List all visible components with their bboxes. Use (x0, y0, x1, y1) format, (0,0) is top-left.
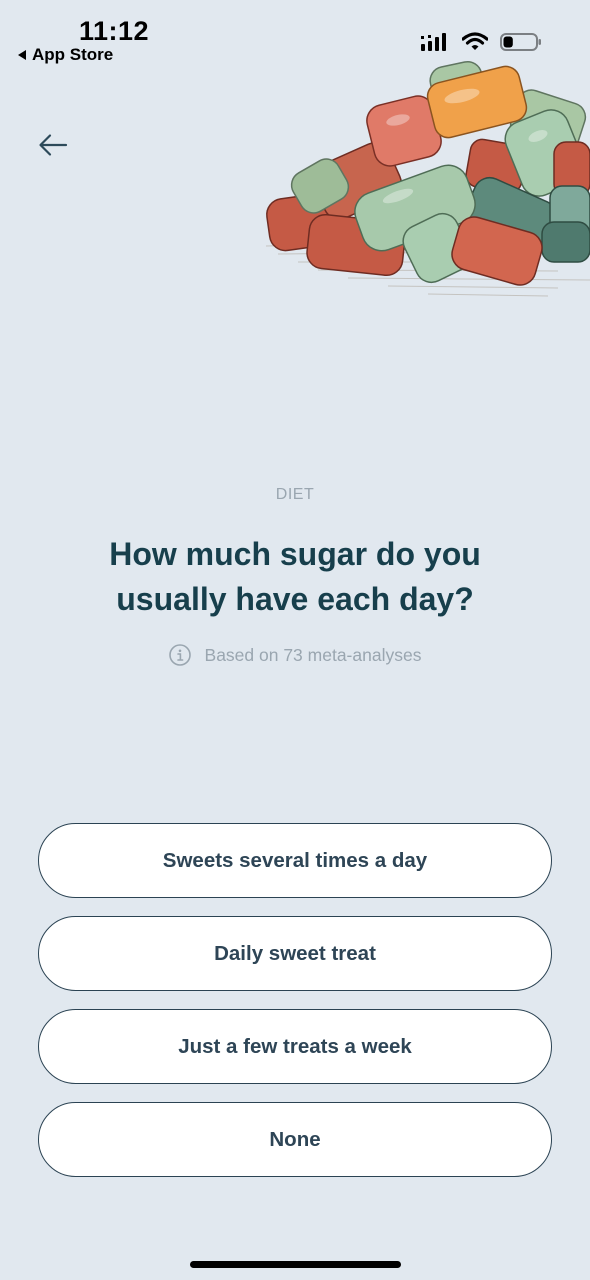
answer-option-few-treats-a-week[interactable]: Just a few treats a week (38, 1009, 552, 1084)
arrow-left-icon (39, 134, 68, 156)
answer-option-several-times-a-day[interactable]: Sweets several times a day (38, 823, 552, 898)
source-note: Based on 73 meta-analyses (0, 644, 590, 666)
back-app-label: App Store (32, 45, 114, 64)
back-to-app-store-link[interactable]: App Store (18, 45, 113, 65)
home-indicator[interactable] (190, 1261, 401, 1268)
info-icon (168, 644, 191, 666)
cellular-signal-icon (421, 33, 446, 51)
question-category: DIET (275, 486, 315, 503)
status-time: 11:12 (79, 16, 150, 46)
back-triangle-icon (18, 50, 26, 60)
gummy-candies-illustration (258, 56, 590, 308)
back-button[interactable] (34, 126, 72, 164)
answer-option-none[interactable]: None (38, 1102, 552, 1177)
battery-icon (500, 33, 541, 51)
source-text: Based on 73 meta-analyses (204, 644, 422, 665)
answer-list: Sweets several times a day Daily sweet t… (38, 823, 552, 1195)
answer-option-daily-sweet-treat[interactable]: Daily sweet treat (38, 916, 552, 991)
wifi-icon (462, 32, 488, 50)
status-icons (420, 32, 542, 52)
question-title: How much sugar do you usually have each … (109, 536, 481, 617)
